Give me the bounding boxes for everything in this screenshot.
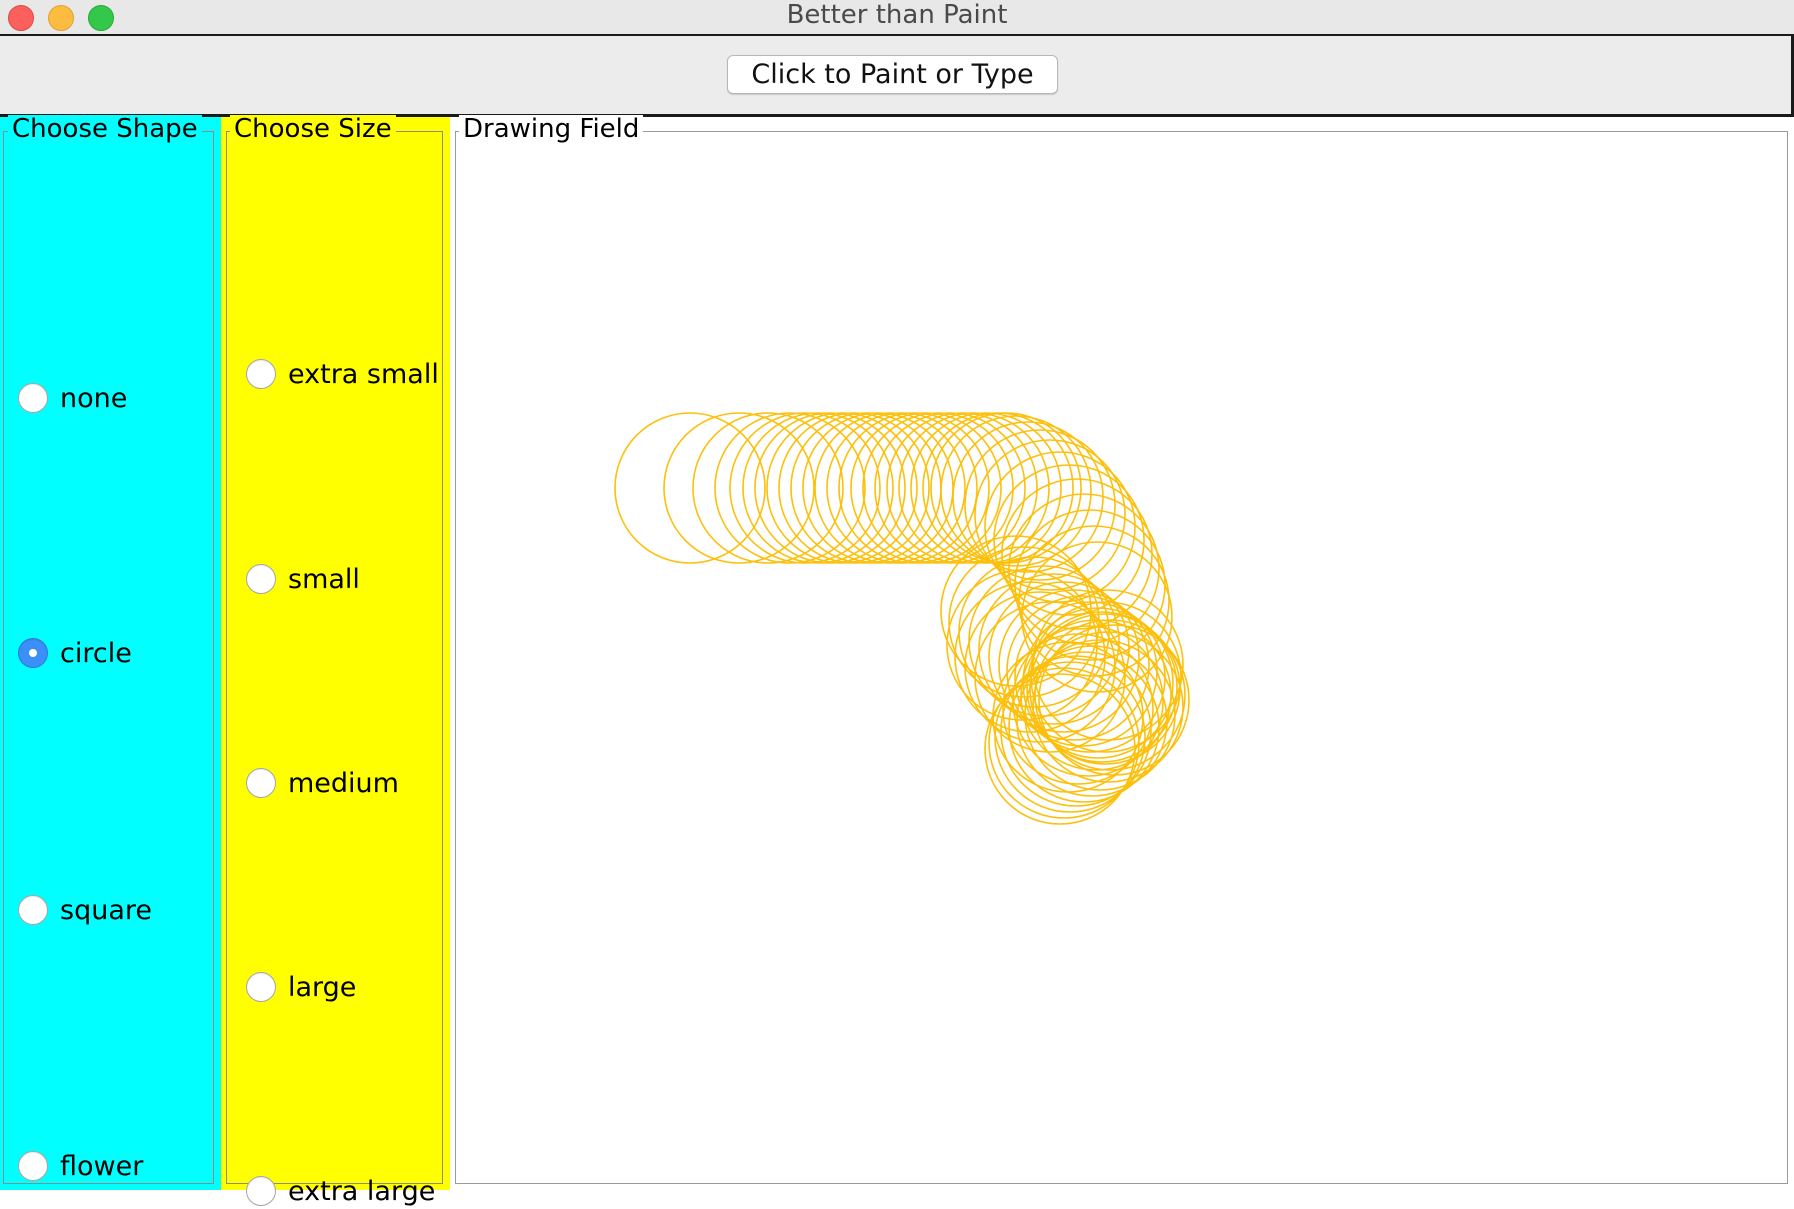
drawing-field-legend: Drawing Field <box>459 115 644 143</box>
drawing-field-panel: Drawing Field <box>450 115 1794 1190</box>
size-label-small: small <box>288 563 360 595</box>
size-label-large: large <box>288 971 357 1003</box>
size-option-medium[interactable]: medium <box>246 765 399 801</box>
painted-circle <box>778 412 930 564</box>
size-label-extra-small: extra small <box>288 358 439 390</box>
painted-circle <box>766 412 918 564</box>
painted-circle <box>850 412 1002 564</box>
painted-circle <box>729 412 881 564</box>
size-label-extra-large: extra large <box>288 1175 436 1207</box>
painted-circle <box>754 412 906 564</box>
choose-size-panel: Choose Size extra small small medium lar… <box>221 115 450 1207</box>
choose-size-legend: Choose Size <box>230 115 396 143</box>
size-radio-extra-large[interactable] <box>246 1176 276 1206</box>
size-radio-small[interactable] <box>246 564 276 594</box>
shape-option-flower[interactable]: flower <box>18 1148 143 1184</box>
shape-radio-flower[interactable] <box>18 1151 48 1181</box>
painted-circle <box>826 412 978 564</box>
shape-radio-circle[interactable] <box>18 638 48 668</box>
shape-radio-none[interactable] <box>18 383 48 413</box>
paint-or-type-button[interactable]: Click to Paint or Type <box>727 55 1058 94</box>
shape-label-flower: flower <box>60 1150 144 1182</box>
shape-label-circle: circle <box>60 637 132 669</box>
drawing-canvas[interactable] <box>450 117 1794 1190</box>
painted-circle <box>814 412 966 564</box>
window-title: Better than Paint <box>786 0 1008 30</box>
size-option-extra-large[interactable]: extra large <box>246 1173 435 1209</box>
title-bar: Better than Paint <box>0 0 1794 36</box>
shape-label-none: none <box>60 382 128 414</box>
painted-circle <box>940 415 1092 567</box>
toolbar: Click to Paint or Type <box>0 36 1794 117</box>
size-radio-medium[interactable] <box>246 768 276 798</box>
shape-option-square[interactable]: square <box>18 892 152 928</box>
choose-shape-panel: Choose Shape none circle square flower <box>0 115 221 1190</box>
shape-label-square: square <box>60 894 152 926</box>
size-radio-extra-small[interactable] <box>246 359 276 389</box>
size-option-large[interactable]: large <box>246 969 356 1005</box>
choose-size-border <box>226 131 443 1184</box>
size-label-medium: medium <box>288 767 399 799</box>
choose-shape-legend: Choose Shape <box>8 115 202 143</box>
size-option-extra-small[interactable]: extra small <box>246 356 439 392</box>
size-radio-large[interactable] <box>246 972 276 1002</box>
shape-radio-square[interactable] <box>18 895 48 925</box>
size-option-small[interactable]: small <box>246 561 360 597</box>
shape-option-circle[interactable]: circle <box>18 635 132 671</box>
shape-option-none[interactable]: none <box>18 380 127 416</box>
